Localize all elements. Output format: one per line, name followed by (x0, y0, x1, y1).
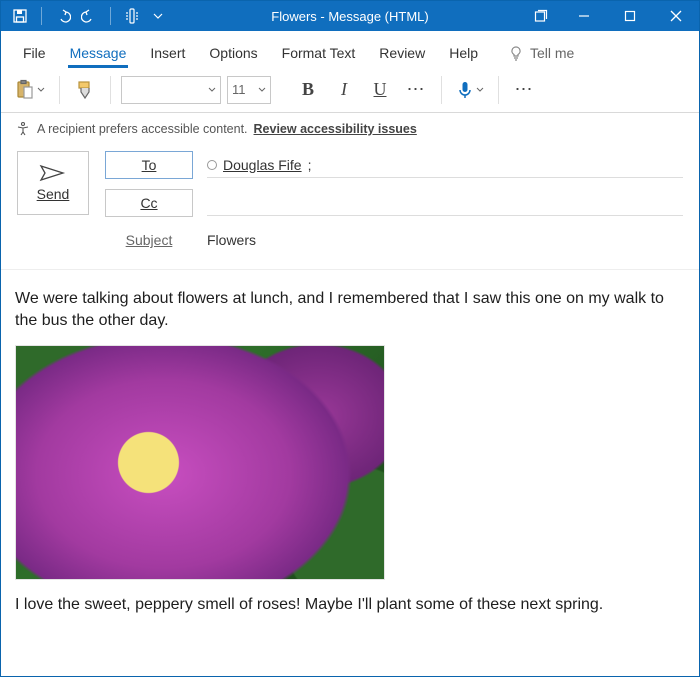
format-painter-button[interactable] (70, 75, 100, 105)
tab-insert[interactable]: Insert (138, 37, 197, 67)
chevron-down-icon (208, 86, 216, 94)
to-field[interactable]: Douglas Fife; (207, 152, 683, 178)
message-body[interactable]: We were talking about flowers at lunch, … (1, 270, 699, 634)
lightbulb-icon (508, 45, 524, 61)
subject-field[interactable]: Flowers (207, 227, 683, 253)
quick-access-toolbar (1, 7, 167, 25)
tell-me-search[interactable]: Tell me (496, 37, 586, 67)
body-paragraph-1: We were talking about flowers at lunch, … (15, 288, 685, 331)
touch-mode-icon[interactable] (123, 7, 141, 25)
accessibility-icon (15, 121, 31, 137)
tab-file[interactable]: File (11, 37, 58, 67)
dictate-button[interactable] (452, 75, 488, 105)
accessibility-text: A recipient prefers accessible content. (37, 122, 248, 136)
compose-header: Send To Douglas Fife; Cc Subject Flowers (1, 143, 699, 270)
window-controls (521, 1, 699, 31)
title-bar: Flowers - Message (HTML) (1, 1, 699, 31)
recipient-chip[interactable]: Douglas Fife; (207, 157, 311, 173)
bold-button[interactable]: B (293, 75, 323, 105)
accessibility-bar: A recipient prefers accessible content. … (1, 113, 699, 143)
to-button[interactable]: To (105, 151, 193, 179)
font-size-select[interactable]: 11 (227, 76, 271, 104)
flower-image[interactable] (15, 345, 385, 580)
tab-message[interactable]: Message (58, 37, 139, 67)
more-commands-button[interactable]: ⋯ (509, 75, 539, 105)
save-icon[interactable] (11, 7, 29, 25)
qat-dropdown-icon[interactable] (149, 7, 167, 25)
maximize-icon[interactable] (607, 1, 653, 31)
minimize-icon[interactable] (561, 1, 607, 31)
undo-icon[interactable] (54, 7, 72, 25)
ribbon-toolbar: 11 B I U ⋯ ⋯ (1, 67, 699, 113)
close-icon[interactable] (653, 1, 699, 31)
italic-button[interactable]: I (329, 75, 359, 105)
font-size-value: 11 (232, 82, 246, 97)
tab-format-text[interactable]: Format Text (270, 37, 368, 67)
font-name-select[interactable] (121, 76, 221, 104)
chevron-down-icon (258, 86, 266, 94)
subject-label: Subject (105, 232, 193, 248)
send-icon (39, 164, 67, 182)
more-formatting-button[interactable]: ⋯ (401, 75, 431, 105)
paste-button[interactable] (11, 75, 49, 105)
tab-options[interactable]: Options (197, 37, 269, 67)
cc-button[interactable]: Cc (105, 189, 193, 217)
send-button[interactable]: Send (17, 151, 89, 215)
recipient-name: Douglas Fife (223, 157, 302, 173)
tab-help[interactable]: Help (437, 37, 490, 67)
body-paragraph-2: I love the sweet, peppery smell of roses… (15, 594, 685, 616)
tell-me-label: Tell me (530, 45, 574, 61)
underline-button[interactable]: U (365, 75, 395, 105)
cc-label: Cc (140, 195, 157, 211)
send-label: Send (37, 186, 70, 202)
popout-icon[interactable] (521, 1, 561, 31)
accessibility-link[interactable]: Review accessibility issues (254, 122, 417, 136)
presence-icon (207, 160, 217, 170)
ribbon-tabs: File Message Insert Options Format Text … (1, 31, 699, 67)
to-label: To (142, 157, 157, 173)
redo-icon[interactable] (80, 7, 98, 25)
tab-review[interactable]: Review (367, 37, 437, 67)
cc-field[interactable] (207, 190, 683, 216)
